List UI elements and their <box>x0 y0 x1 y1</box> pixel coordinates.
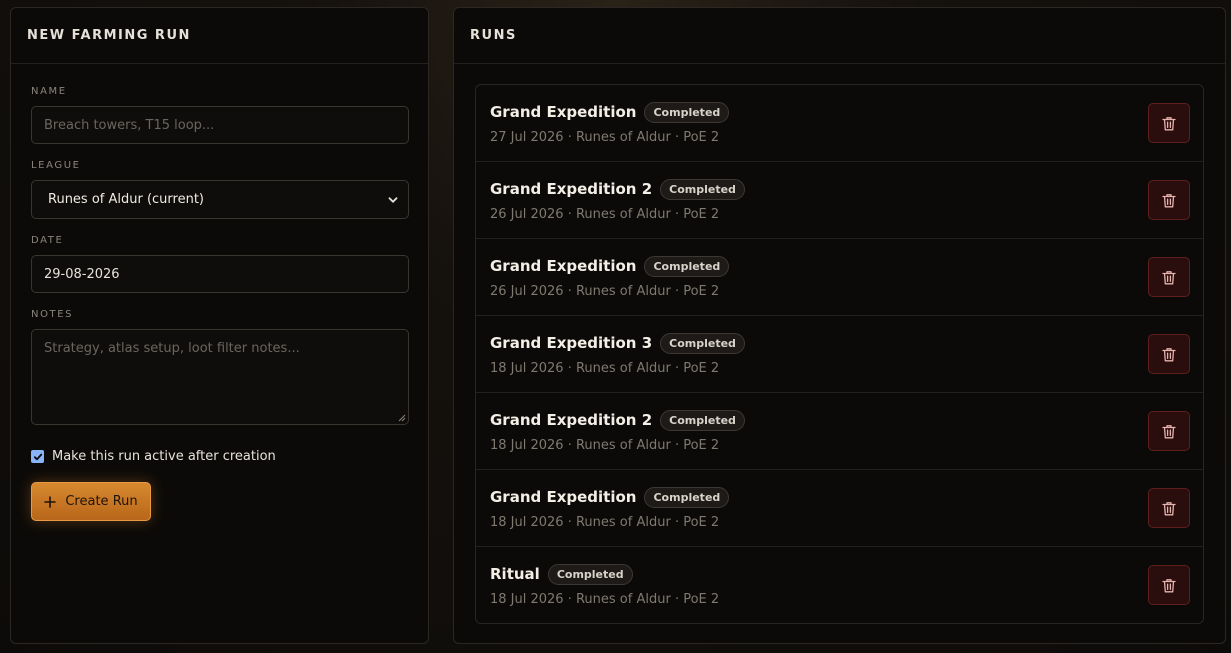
status-badge: Completed <box>644 486 730 508</box>
run-row[interactable]: Grand Expedition Completed 26 Jul 2026 ·… <box>476 239 1203 316</box>
run-meta: 18 Jul 2026 · Runes of Aldur · PoE 2 <box>490 592 720 607</box>
name-input[interactable]: Breach towers, T15 loop... <box>31 106 409 144</box>
league-select-value: Runes of Aldur (current) <box>48 192 205 207</box>
run-meta: 18 Jul 2026 · Runes of Aldur · PoE 2 <box>490 361 720 376</box>
new-run-panel: NEW FARMING RUN NAME Breach towers, T15 … <box>10 7 429 644</box>
trash-icon <box>1162 270 1176 284</box>
notes-placeholder: Strategy, atlas setup, loot filter notes… <box>44 341 300 356</box>
delete-run-button[interactable] <box>1148 334 1190 374</box>
run-meta: 18 Jul 2026 · Runes of Aldur · PoE 2 <box>490 515 720 530</box>
run-row[interactable]: Grand Expedition Completed 18 Jul 2026 ·… <box>476 470 1203 547</box>
status-badge: Completed <box>644 255 730 277</box>
delete-run-button[interactable] <box>1148 180 1190 220</box>
active-checkbox[interactable] <box>31 450 44 463</box>
notes-field-group: NOTES Strategy, atlas setup, loot filter… <box>31 309 409 425</box>
delete-run-button[interactable] <box>1148 103 1190 143</box>
resize-grip-icon[interactable] <box>398 414 406 422</box>
runs-panel: RUNS Grand Expedition Completed 27 Jul 2… <box>453 7 1226 644</box>
league-label: LEAGUE <box>31 160 81 171</box>
status-badge: Completed <box>547 563 633 585</box>
delete-run-button[interactable] <box>1148 565 1190 605</box>
trash-icon <box>1162 578 1176 592</box>
run-meta: 26 Jul 2026 · Runes of Aldur · PoE 2 <box>490 207 720 222</box>
run-name: Grand Expedition <box>490 103 637 121</box>
name-label: NAME <box>31 86 67 97</box>
run-title: Grand Expedition Completed <box>490 486 730 508</box>
delete-run-button[interactable] <box>1148 411 1190 451</box>
trash-icon <box>1162 116 1176 130</box>
create-run-label: Create Run <box>65 494 138 509</box>
run-title: Grand Expedition Completed <box>490 101 730 123</box>
run-name: Ritual <box>490 565 540 583</box>
run-title: Grand Expedition Completed <box>490 255 730 277</box>
date-input[interactable]: 29-08-2026 <box>31 255 409 293</box>
trash-icon <box>1162 347 1176 361</box>
runs-list: Grand Expedition Completed 27 Jul 2026 ·… <box>475 84 1204 624</box>
new-run-form: NAME Breach towers, T15 loop... LEAGUE R… <box>11 64 428 521</box>
active-checkbox-row[interactable]: Make this run active after creation <box>31 449 408 464</box>
status-badge: Completed <box>660 332 745 354</box>
chevron-down-icon <box>388 196 398 203</box>
status-badge: Completed <box>660 409 745 431</box>
run-title: Grand Expedition 2 Completed <box>490 178 745 200</box>
run-row[interactable]: Grand Expedition 2 Completed 26 Jul 2026… <box>476 162 1203 239</box>
run-title: Grand Expedition 2 Completed <box>490 409 745 431</box>
run-name: Grand Expedition 2 <box>490 411 653 429</box>
status-badge: Completed <box>660 178 745 200</box>
new-run-header: NEW FARMING RUN <box>11 8 428 64</box>
run-title: Grand Expedition 3 Completed <box>490 332 745 354</box>
run-row[interactable]: Grand Expedition 3 Completed 18 Jul 2026… <box>476 316 1203 393</box>
plus-icon <box>44 495 57 508</box>
run-title: Ritual Completed <box>490 563 633 585</box>
run-row[interactable]: Grand Expedition Completed 27 Jul 2026 ·… <box>476 85 1203 162</box>
check-icon <box>33 453 42 460</box>
league-field-group: LEAGUE Runes of Aldur (current) <box>31 160 409 219</box>
delete-run-button[interactable] <box>1148 488 1190 528</box>
run-name: Grand Expedition <box>490 257 637 275</box>
notes-label: NOTES <box>31 309 74 320</box>
date-field-group: DATE 29-08-2026 <box>31 235 409 293</box>
name-field-group: NAME Breach towers, T15 loop... <box>31 86 409 144</box>
trash-icon <box>1162 424 1176 438</box>
delete-run-button[interactable] <box>1148 257 1190 297</box>
trash-icon <box>1162 501 1176 515</box>
run-name: Grand Expedition 2 <box>490 180 653 198</box>
run-row[interactable]: Grand Expedition 2 Completed 18 Jul 2026… <box>476 393 1203 470</box>
runs-header: RUNS <box>454 8 1225 64</box>
create-run-button[interactable]: Create Run <box>31 482 151 521</box>
run-meta: 26 Jul 2026 · Runes of Aldur · PoE 2 <box>490 284 720 299</box>
run-meta: 18 Jul 2026 · Runes of Aldur · PoE 2 <box>490 438 720 453</box>
trash-icon <box>1162 193 1176 207</box>
date-label: DATE <box>31 235 64 246</box>
active-checkbox-label: Make this run active after creation <box>52 449 276 464</box>
run-name: Grand Expedition 3 <box>490 334 653 352</box>
run-row[interactable]: Ritual Completed 18 Jul 2026 · Runes of … <box>476 547 1203 623</box>
league-select[interactable]: Runes of Aldur (current) <box>31 180 409 219</box>
notes-textarea[interactable]: Strategy, atlas setup, loot filter notes… <box>31 329 409 425</box>
run-name: Grand Expedition <box>490 488 637 506</box>
status-badge: Completed <box>644 101 730 123</box>
run-meta: 27 Jul 2026 · Runes of Aldur · PoE 2 <box>490 130 720 145</box>
